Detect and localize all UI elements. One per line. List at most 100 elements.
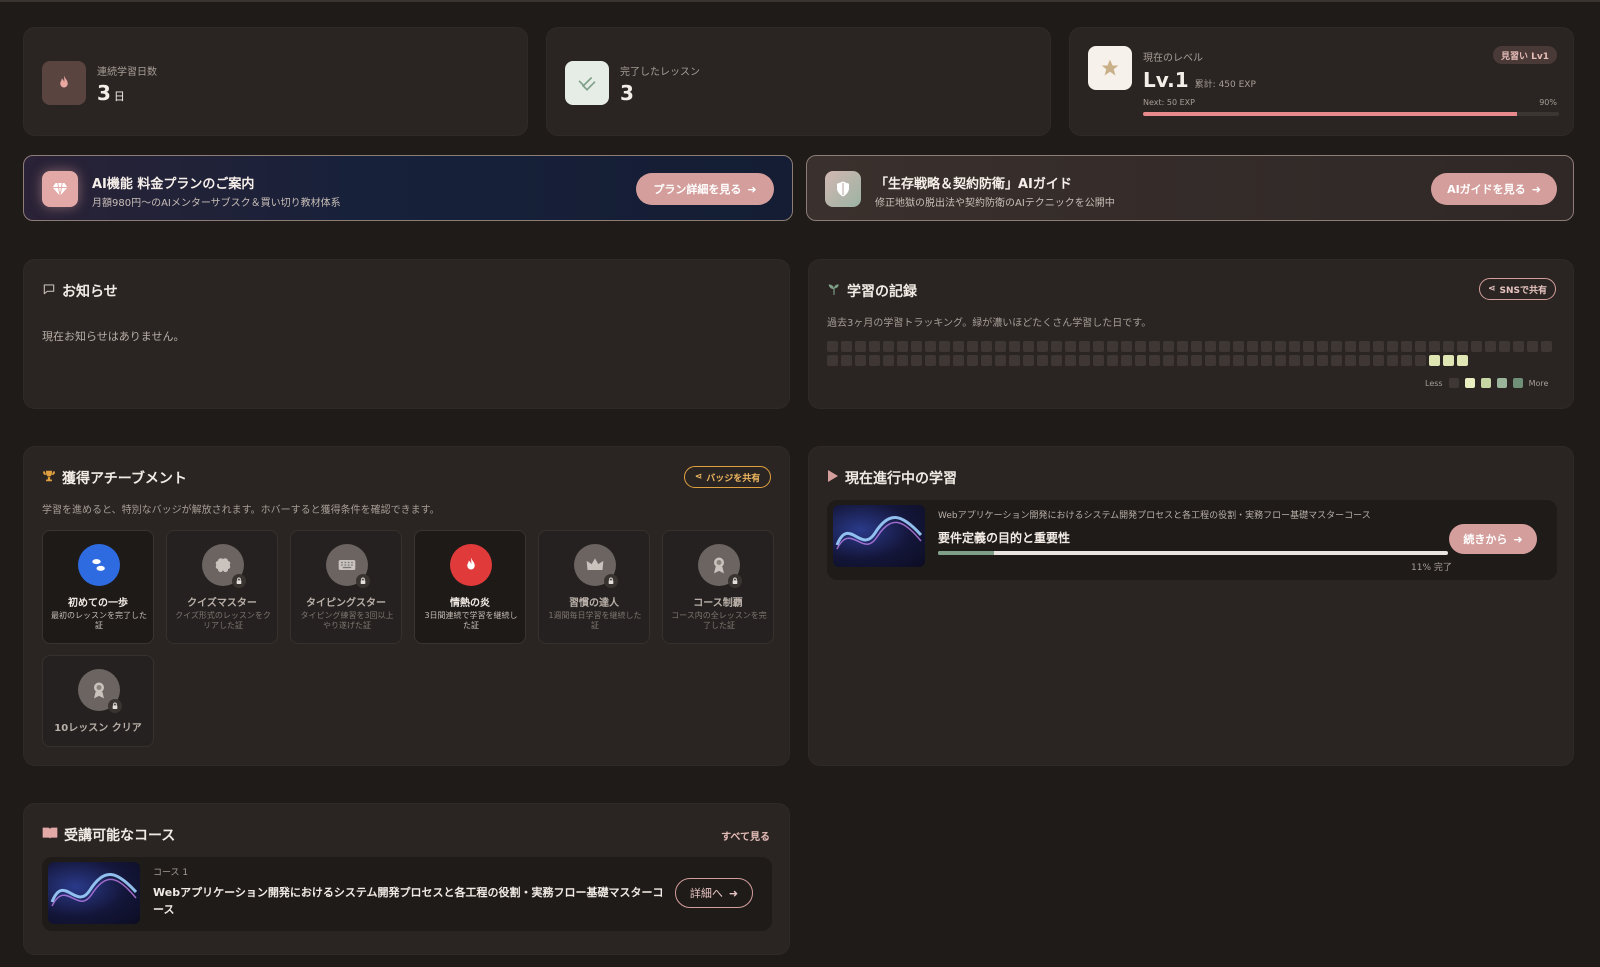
heatmap-cell bbox=[1135, 341, 1146, 352]
achievements-title-text: 獲得アチーブメント bbox=[62, 471, 187, 487]
achievement-badge[interactable]: コース制覇 コース内の全レッスンを完了した証 bbox=[662, 530, 774, 644]
heatmap-cell bbox=[1191, 355, 1202, 366]
streak-value: 3日 bbox=[97, 81, 125, 105]
badge-name: 習慣の達人 bbox=[569, 598, 619, 609]
current-title: 現在進行中の学習 bbox=[827, 468, 957, 488]
lessons-value: 3 bbox=[620, 81, 634, 105]
courses-title-text: 受講可能なコース bbox=[64, 828, 176, 844]
guide-banner[interactable]: 「生存戦略＆契約防衛」AIガイド 修正地獄の脱出法や契約防衛のAIテクニックを公… bbox=[806, 155, 1574, 221]
achievement-badge[interactable]: 10レッスン クリア bbox=[42, 655, 154, 747]
heatmap-cell bbox=[841, 355, 852, 366]
achievement-badge[interactable]: 情熱の炎 3日間連続で学習を継続した証 bbox=[414, 530, 526, 644]
news-empty-text: 現在お知らせはありません。 bbox=[42, 330, 185, 343]
record-description: 過去3ヶ月の学習トラッキング。緑が濃いほどたくさん学習した日です。 bbox=[827, 318, 1152, 329]
total-exp: 累計: 450 EXP bbox=[1194, 80, 1256, 90]
legend-swatch-1 bbox=[1464, 378, 1475, 388]
lock-icon bbox=[728, 574, 742, 588]
heatmap-cell bbox=[1387, 341, 1398, 352]
streak-card: 連続学習日数 3日 bbox=[23, 27, 528, 136]
sns-share-button[interactable]: ⋖ SNSで共有 bbox=[1479, 278, 1556, 300]
heatmap-cell bbox=[1009, 355, 1020, 366]
heatmap-cell bbox=[1051, 341, 1062, 352]
heatmap-cell bbox=[1149, 341, 1160, 352]
heatmap-cell bbox=[981, 355, 992, 366]
heatmap-cell bbox=[1247, 341, 1258, 352]
current-progress-fill bbox=[938, 551, 995, 555]
course-details-button[interactable]: 詳細へ ➜ bbox=[675, 878, 753, 908]
footsteps-icon bbox=[78, 544, 120, 586]
heatmap-cell bbox=[1499, 341, 1510, 352]
continue-button[interactable]: 続きから ➜ bbox=[1449, 524, 1537, 554]
sprout-icon bbox=[827, 282, 841, 300]
current-course-name: Webアプリケーション開発におけるシステム開発プロセスと各工程の役割・実務フロー… bbox=[938, 511, 1371, 521]
current-progress-track bbox=[938, 551, 1448, 555]
heatmap-cell bbox=[897, 341, 908, 352]
legend-swatch-0 bbox=[1448, 378, 1459, 388]
heatmap-cell bbox=[841, 341, 852, 352]
plan-details-button[interactable]: プラン詳細を見る ➜ bbox=[636, 173, 774, 205]
heatmap-cell bbox=[1233, 355, 1244, 366]
heatmap-cell bbox=[1163, 355, 1174, 366]
ai-guide-label: AIガイドを見る bbox=[1447, 183, 1526, 196]
heatmap-cell bbox=[925, 341, 936, 352]
heatmap-cell bbox=[1191, 341, 1202, 352]
achievement-badge[interactable]: 初めての一歩 最初のレッスンを完了した証 bbox=[42, 530, 154, 644]
heatmap-cell bbox=[1429, 341, 1440, 352]
heatmap-cell bbox=[1107, 341, 1118, 352]
achievement-badge[interactable]: タイピングスター タイピング練習を3回以上やり遂げた証 bbox=[290, 530, 402, 644]
achievement-badge[interactable]: クイズマスター クイズ形式のレッスンをクリアした証 bbox=[166, 530, 278, 644]
badge-share-button[interactable]: ⋖ バッジを共有 bbox=[684, 466, 771, 488]
check-icon bbox=[565, 61, 609, 105]
heatmap-cell bbox=[1471, 341, 1482, 352]
heatmap-cell bbox=[1541, 341, 1552, 352]
heatmap-cell bbox=[1051, 355, 1062, 366]
achievement-badge[interactable]: 習慣の達人 1週間毎日学習を継続した証 bbox=[538, 530, 650, 644]
heatmap-legend: Less More bbox=[1425, 378, 1548, 388]
heatmap-cell bbox=[883, 355, 894, 366]
heatmap-cell bbox=[827, 341, 838, 352]
sns-share-label: SNSで共有 bbox=[1499, 285, 1548, 296]
heatmap-cell bbox=[1387, 355, 1398, 366]
ai-guide-button[interactable]: AIガイドを見る ➜ bbox=[1431, 173, 1557, 205]
see-all-link[interactable]: すべて見る bbox=[721, 828, 770, 843]
legend-less: Less bbox=[1425, 378, 1443, 388]
level-progress-track bbox=[1143, 112, 1559, 116]
heatmap-cell bbox=[1303, 355, 1314, 366]
heatmap-cell bbox=[1345, 341, 1356, 352]
heatmap-cell bbox=[1023, 355, 1034, 366]
heatmap-cell bbox=[1289, 355, 1300, 366]
level-progress-fill bbox=[1143, 112, 1518, 116]
heatmap-cell bbox=[925, 355, 936, 366]
heatmap-cell bbox=[1121, 341, 1132, 352]
heatmap-cell bbox=[1513, 341, 1524, 352]
heatmap-cell bbox=[1289, 341, 1300, 352]
award-icon bbox=[78, 669, 122, 713]
heatmap-cell bbox=[1093, 355, 1104, 366]
plan-banner[interactable]: AI機能 料金プランのご案内 月額980円〜のAIメンターサブスク＆買い切り教材… bbox=[23, 155, 793, 221]
lock-icon bbox=[356, 574, 370, 588]
badge-description: 1週間毎日学習を継続した証 bbox=[548, 611, 642, 630]
heatmap-cell bbox=[1205, 341, 1216, 352]
heatmap-cell bbox=[1443, 355, 1454, 366]
heatmap-cell bbox=[981, 341, 992, 352]
play-icon bbox=[827, 469, 839, 487]
heatmap-cell bbox=[1401, 341, 1412, 352]
course-thumbnail bbox=[48, 862, 140, 924]
heatmap-cell bbox=[1037, 341, 1048, 352]
heatmap-cell bbox=[1317, 341, 1328, 352]
star-icon bbox=[1088, 46, 1132, 90]
record-title: 学習の記録 bbox=[827, 281, 917, 301]
heatmap-cell bbox=[1121, 355, 1132, 366]
course-index: コース 1 bbox=[153, 868, 189, 878]
heatmap-cell bbox=[1527, 341, 1538, 352]
heatmap-cell bbox=[953, 341, 964, 352]
heatmap-cell bbox=[967, 341, 978, 352]
achievements-description: 学習を進めると、特別なバッジが解放されます。ホバーすると獲得条件を確認できます。 bbox=[42, 505, 440, 516]
level-value: Lv.1 bbox=[1143, 68, 1189, 92]
heatmap-cell bbox=[1177, 355, 1188, 366]
heatmap-cell bbox=[939, 341, 950, 352]
heatmap-cell bbox=[1331, 355, 1342, 366]
arrow-right-icon: ➜ bbox=[1513, 532, 1523, 546]
lessons-label: 完了したレッスン bbox=[620, 67, 700, 78]
heatmap-cell bbox=[1261, 341, 1272, 352]
